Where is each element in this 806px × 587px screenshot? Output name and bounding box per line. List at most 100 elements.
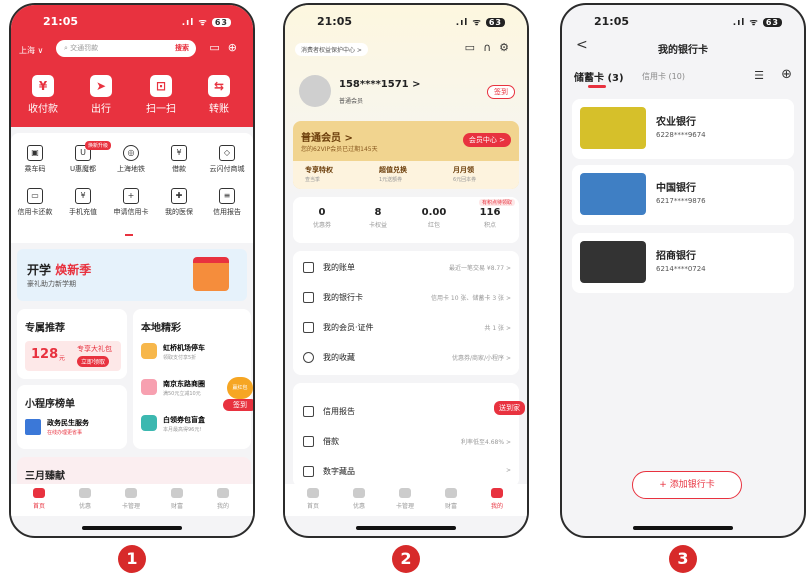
home-icon — [307, 488, 319, 498]
grid-item-bus-code[interactable]: ▣ 乘车码 — [11, 145, 59, 174]
tab-home[interactable]: 首页 — [19, 488, 59, 510]
tab-offers[interactable]: 优惠 — [65, 488, 105, 510]
settings-icon[interactable]: ⚙ — [499, 41, 517, 54]
tab-wealth[interactable]: 财富 — [157, 488, 197, 510]
tab-me[interactable]: 我的 — [203, 488, 243, 510]
menu-item-bank-cards[interactable]: 我的银行卡 信用卡 10 张、储蓄卡 3 张 > — [293, 283, 519, 313]
grid-item-mall[interactable]: ◇ 云闪付商城 — [203, 145, 251, 174]
home-indicator — [356, 526, 456, 530]
stat-red-packet[interactable]: 0.00 红包 — [409, 207, 459, 229]
shop-bag-icon: ◇ — [219, 145, 235, 161]
menu-item-favorites[interactable]: 我的收藏 优惠券/商家/小程序 > — [293, 343, 519, 373]
signin-float-button[interactable]: 赢红包 签到 — [223, 377, 253, 413]
grid-item-credit-report[interactable]: ≡ 信用报告 — [203, 188, 251, 217]
menu-item-credit-report[interactable]: 信用报告 — [293, 397, 519, 427]
tab-bar: 首页 优惠 卡管理 财富 我的 — [11, 484, 253, 516]
grid-item-apply-card[interactable]: + 申请信用卡 — [107, 188, 155, 217]
transfer-icon: ⇆ — [208, 75, 230, 97]
exchange-item[interactable]: 超值兑换 — [379, 165, 407, 175]
sort-icon[interactable]: ☰ — [754, 69, 764, 82]
bank-card-abc[interactable]: 农业银行 6228****9674 — [572, 99, 794, 159]
stat-points[interactable]: 116 积点 — [465, 207, 515, 229]
message-icon[interactable]: ▭ — [209, 41, 227, 54]
headset-icon[interactable]: ∩ — [483, 41, 499, 54]
search-button[interactable]: 搜索 — [171, 42, 193, 54]
status-indicators: .ıl ᯤ 63 — [182, 15, 231, 28]
mini-program-card: 小程序榜单 政务民生服务 在线办理更省事 — [17, 385, 127, 449]
privilege-item[interactable]: 专享特权 — [305, 165, 333, 175]
shop-icon — [141, 379, 157, 395]
id-card-icon — [303, 322, 314, 333]
add-icon[interactable]: ⊕ — [228, 41, 245, 54]
menu-item-membership[interactable]: 我的会员·证件共 1 张 > — [293, 313, 519, 343]
promo-banner[interactable]: 开学 焕新季 豪礼助力新学期 — [17, 249, 247, 301]
add-bank-card-button[interactable]: + 添加银行卡 — [632, 471, 742, 499]
add-icon[interactable]: ⊕ — [781, 67, 792, 82]
medical-icon: ✚ — [171, 188, 187, 204]
tab-debit-cards[interactable]: 储蓄卡 (3) — [574, 69, 624, 84]
tab-home[interactable]: 首页 — [293, 488, 333, 510]
phone-home-screen: 21:05 .ıl ᯤ 63 上海 ∨ ⌕ 交通罚款 搜索 ▭⊕ ¥ 收付款 ➤ 出行… — [9, 3, 255, 538]
consumer-rights-link[interactable]: 消费者权益保护中心 > — [295, 43, 368, 56]
bank-card-cmb[interactable]: 招商银行 6214****0724 — [572, 233, 794, 293]
tab-me[interactable]: 我的 — [477, 488, 517, 510]
page-title: 我的银行卡 — [658, 45, 708, 56]
grid-item-loan[interactable]: ¥ 借款 — [155, 145, 203, 174]
tab-wealth[interactable]: 财富 — [431, 488, 471, 510]
menu-item-digital-collectibles[interactable]: 数字藏品 > — [293, 457, 519, 487]
menu-item-loan[interactable]: 借款 利率低至4.68% > — [293, 427, 519, 457]
location-selector[interactable]: 上海 ∨ — [19, 45, 43, 56]
report-icon: ≡ — [219, 188, 235, 204]
grid-item-metro[interactable]: ◎ 上海地铁 — [107, 145, 155, 174]
wealth-icon — [445, 488, 457, 498]
card-add-icon: + — [123, 188, 139, 204]
home-header: 21:05 .ıl ᯤ 63 上海 ∨ ⌕ 交通罚款 搜索 ▭⊕ ¥ 收付款 ➤ 出行… — [11, 5, 253, 127]
yuan-icon: ¥ — [32, 75, 54, 97]
grid-item-medical[interactable]: ✚ 我的医保 — [155, 188, 203, 217]
bank-card-boc[interactable]: 中国银行 6217****9876 — [572, 165, 794, 225]
search-input[interactable]: ⌕ 交通罚款 搜索 — [56, 40, 196, 57]
bill-icon — [303, 262, 314, 273]
grid-item-card-repay[interactable]: ▭ 信用卡还款 — [11, 188, 59, 217]
tab-indicator — [588, 85, 606, 88]
home-indicator — [82, 526, 182, 530]
step-badge-1: 1 — [118, 545, 146, 573]
exclusive-card[interactable]: 专属推荐 128 元 专享大礼包 立即领取 — [17, 309, 127, 379]
menu-item-bill[interactable]: 我的账单 最近一笔交易 ¥8.77 > — [293, 253, 519, 283]
loan-icon: ¥ — [171, 145, 187, 161]
mini-item-gov[interactable]: 政务民生服务 — [47, 418, 89, 428]
travel-button[interactable]: ➤ 出行 — [71, 75, 131, 115]
stat-coupons[interactable]: 0 优惠券 — [297, 207, 347, 229]
loan-icon — [303, 436, 314, 447]
box-icon — [141, 415, 157, 431]
transfer-button[interactable]: ⇆ 转账 — [189, 75, 249, 115]
government-building-icon — [25, 419, 41, 435]
home-icon — [33, 488, 45, 498]
monthly-item[interactable]: 月月领 — [453, 165, 474, 175]
member-center-button[interactable]: 会员中心 > — [462, 133, 511, 147]
scan-icon: ⊡ — [150, 75, 172, 97]
phone-number[interactable]: 158****1571 > — [339, 79, 420, 90]
page-indicator — [125, 234, 133, 236]
tab-bar: 首页 优惠 卡管理 财富 我的 — [285, 484, 527, 516]
stat-card-rights[interactable]: 8 卡权益 — [353, 207, 403, 229]
tab-cards[interactable]: 卡管理 — [385, 488, 425, 510]
tab-offers[interactable]: 优惠 — [339, 488, 379, 510]
delivery-float-button[interactable]: 送到家 — [494, 401, 525, 415]
card-icon — [399, 488, 411, 498]
status-bar: 21:05 .ıl ᯤ 63 — [562, 5, 804, 35]
vip-card: 普通会员 > 您的62VIP会员已过期145天 会员中心 > 专享特权 查当季 … — [293, 121, 519, 189]
tab-cards[interactable]: 卡管理 — [111, 488, 151, 510]
tab-credit-cards[interactable]: 信用卡 (10) — [642, 71, 685, 82]
avatar[interactable] — [299, 75, 331, 107]
message-icon[interactable]: ▭ — [465, 41, 483, 54]
step-badge-3: 3 — [669, 545, 697, 573]
grid-item-recharge[interactable]: ¥ 手机充值 — [59, 188, 107, 217]
user-icon — [491, 488, 503, 498]
pay-button[interactable]: ¥ 收付款 — [13, 75, 73, 115]
scan-button[interactable]: ⊡ 扫一扫 — [131, 75, 191, 115]
wealth-icon — [171, 488, 183, 498]
signin-button[interactable]: 签到 — [487, 85, 515, 99]
menu-group-1: 我的账单 最近一笔交易 ¥8.77 > 我的银行卡 信用卡 10 张、储蓄卡 3 张… — [293, 251, 519, 375]
claim-button[interactable]: 立即领取 — [77, 356, 110, 367]
